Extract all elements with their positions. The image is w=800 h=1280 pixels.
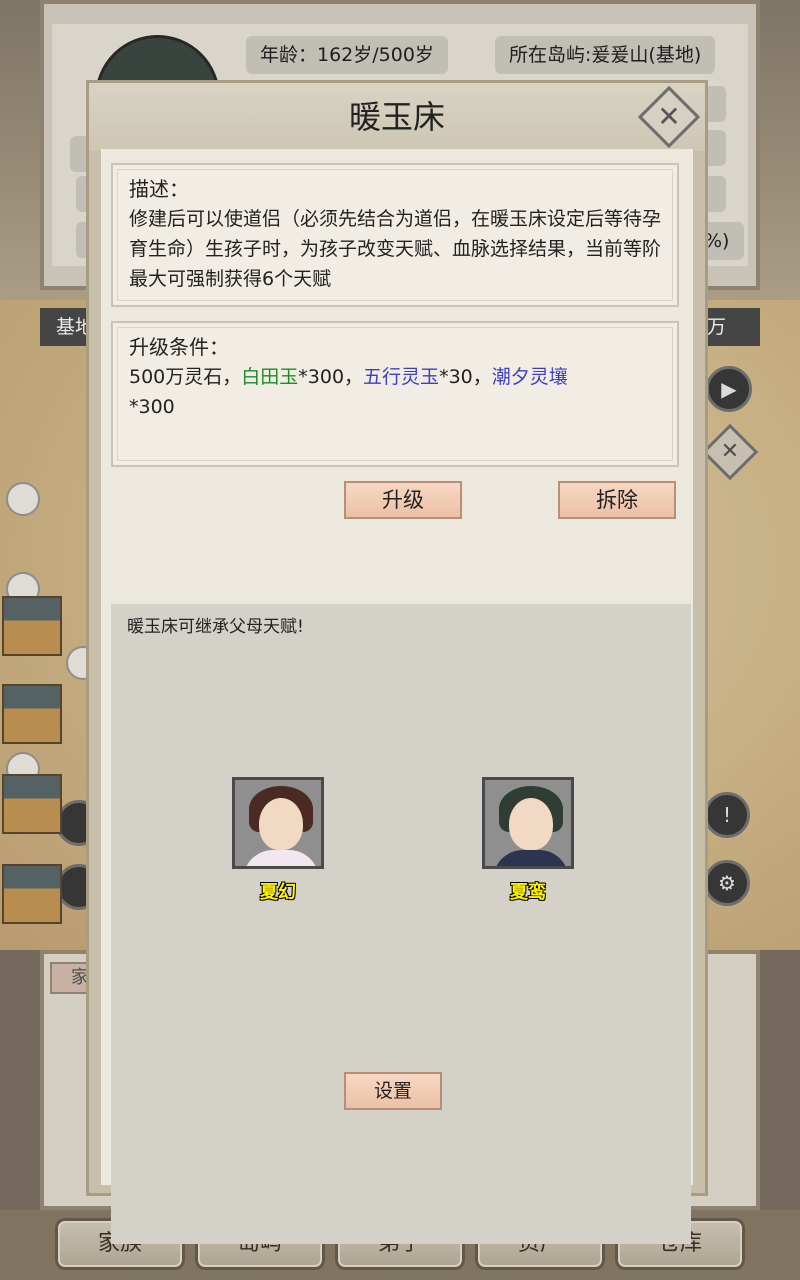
material-quantity: *300 (129, 396, 175, 418)
upgrade-conditions-text: 500万灵石，白田玉*300，五行灵玉*30，潮夕灵壤 *300 (129, 362, 661, 422)
description-heading: 描述： (129, 177, 189, 201)
material-item: 白田玉 (241, 366, 299, 388)
setting-button[interactable]: 设置 (344, 1072, 442, 1110)
parents-area: 暖玉床可继承父母天赋! 夏幻 夏鸾 设置 (111, 604, 691, 1244)
dialog-title: 暖玉床 (89, 83, 705, 151)
father-name: 夏鸾 (510, 882, 546, 903)
upgrade-conditions-heading: 升级条件： (129, 335, 229, 359)
material-quantity: *300， (298, 366, 364, 388)
material-item: 潮夕灵壤 (491, 366, 568, 388)
close-icon: ✕ (657, 100, 681, 133)
demolish-button[interactable]: 拆除 (558, 481, 676, 519)
dialog-body: 描述： 修建后可以使道侣（必须先结合为道侣，在暖玉床设定后等待孕育生命）生孩子时… (101, 149, 693, 1244)
father-portrait[interactable] (482, 777, 574, 869)
mother-name: 夏幻 (260, 882, 296, 903)
description-text: 修建后可以使道侣（必须先结合为道侣，在暖玉床设定后等待孕育生命）生孩子时，为孩子… (129, 208, 662, 290)
material-quantity: *30， (439, 366, 492, 388)
upgrade-conditions-box: 升级条件： 500万灵石，白田玉*300，五行灵玉*30，潮夕灵壤 *300 (111, 321, 679, 467)
upgrade-button[interactable]: 升级 (344, 481, 462, 519)
material-item: 五行灵玉 (363, 366, 440, 388)
cost-spirit-stones: 500万灵石， (129, 366, 242, 388)
mother-portrait[interactable] (232, 777, 324, 869)
inherit-note: 暖玉床可继承父母天赋! (127, 617, 304, 637)
building-dialog: 暖玉床 ✕ 描述： 修建后可以使道侣（必须先结合为道侣，在暖玉床设定后等待孕育生… (86, 80, 708, 1244)
description-box: 描述： 修建后可以使道侣（必须先结合为道侣，在暖玉床设定后等待孕育生命）生孩子时… (111, 163, 679, 307)
